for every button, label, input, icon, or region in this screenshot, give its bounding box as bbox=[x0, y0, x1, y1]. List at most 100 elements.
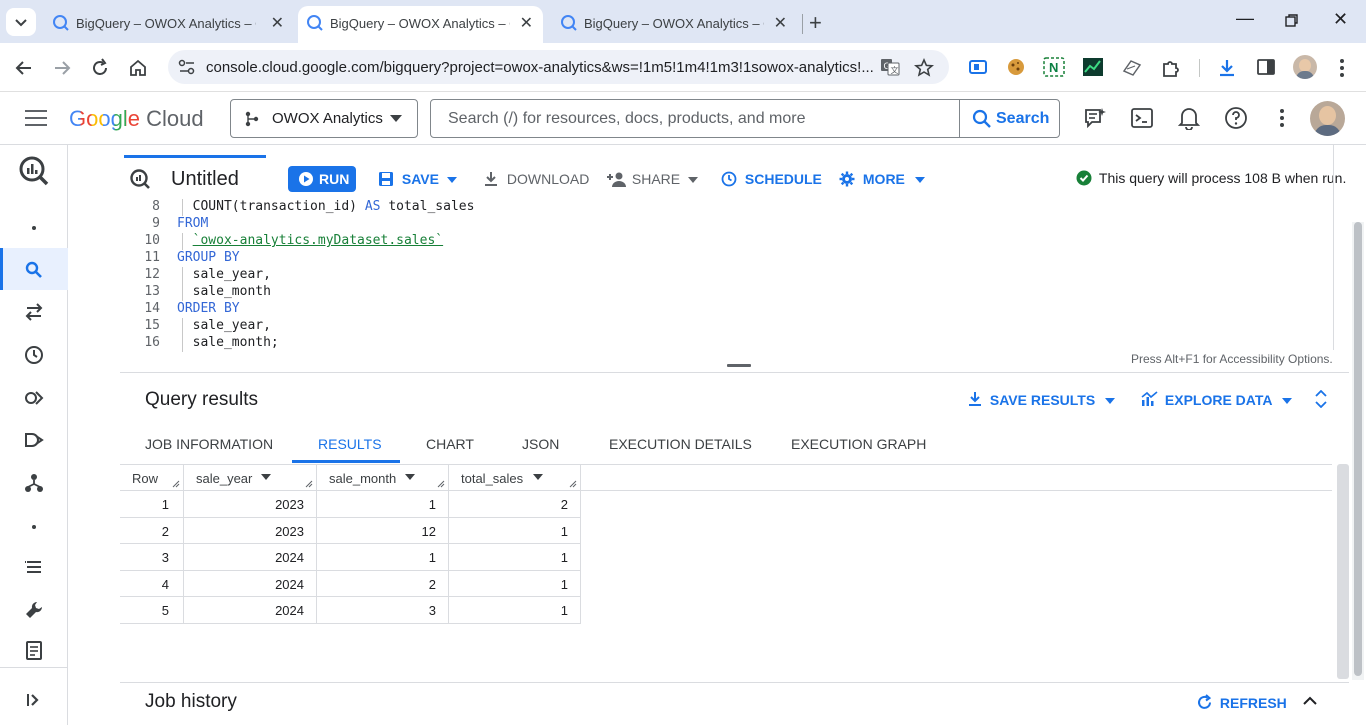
code-line[interactable]: 15 sale_year, bbox=[120, 318, 1336, 335]
save-results-button[interactable]: SAVE RESULTS bbox=[967, 391, 1116, 408]
new-tab-icon[interactable]: + bbox=[809, 10, 822, 36]
forward-arrow-icon[interactable] bbox=[52, 58, 72, 78]
console-search-box[interactable]: Search (/) for resources, docs, products… bbox=[430, 99, 1060, 138]
site-info-icon[interactable] bbox=[178, 59, 196, 75]
extension-4-icon[interactable] bbox=[1121, 57, 1143, 77]
expand-rail-icon[interactable] bbox=[22, 688, 46, 712]
column-header-total-sales[interactable]: total_sales bbox=[449, 465, 581, 491]
extensions-puzzle-icon[interactable] bbox=[1160, 57, 1182, 79]
sort-caret-icon[interactable] bbox=[261, 474, 271, 481]
profile-avatar[interactable] bbox=[1293, 55, 1317, 79]
search-button-label: Search bbox=[996, 110, 1050, 127]
column-header-row[interactable]: Row bbox=[120, 465, 184, 491]
close-tab-icon[interactable]: ✕ bbox=[520, 13, 533, 33]
editor-resize-handle[interactable] bbox=[727, 364, 751, 367]
code-line[interactable]: 13 sale_month bbox=[120, 284, 1336, 301]
pipelines-nodes-icon[interactable] bbox=[22, 471, 46, 495]
column-header-sale-month[interactable]: sale_month bbox=[317, 465, 449, 491]
bigquery-logo-icon[interactable] bbox=[18, 155, 50, 187]
code-line[interactable]: 12 sale_year, bbox=[120, 267, 1336, 284]
scheduled-queries-clock-icon[interactable] bbox=[22, 343, 46, 367]
release-notes-icon[interactable] bbox=[22, 638, 46, 662]
url-omnibox[interactable]: console.cloud.google.com/bigquery?projec… bbox=[168, 50, 949, 84]
google-cloud-logo[interactable]: Google Cloud bbox=[69, 106, 204, 132]
tab-execution-graph[interactable]: EXECUTION GRAPH bbox=[791, 436, 926, 452]
chevron-up-icon[interactable] bbox=[1303, 696, 1317, 706]
results-scrollbar-thumb[interactable] bbox=[1337, 464, 1349, 679]
page-scrollbar-thumb[interactable] bbox=[1354, 222, 1362, 676]
editor-scroll-divider bbox=[1333, 145, 1334, 350]
more-vert-icon[interactable] bbox=[1274, 107, 1290, 129]
downloads-icon[interactable] bbox=[1216, 57, 1238, 79]
tab-execution-details[interactable]: EXECUTION DETAILS bbox=[609, 436, 752, 452]
sql-token: COUNT(transaction_id) bbox=[177, 199, 365, 214]
back-arrow-icon[interactable] bbox=[14, 58, 34, 78]
page-scrollbar-track[interactable] bbox=[1352, 222, 1364, 680]
list-settings-icon[interactable] bbox=[22, 555, 46, 579]
expand-collapse-icon[interactable] bbox=[1314, 390, 1328, 408]
home-icon[interactable] bbox=[128, 58, 148, 78]
query-title[interactable]: Untitled bbox=[171, 168, 239, 191]
help-icon[interactable] bbox=[1224, 106, 1248, 130]
reload-icon[interactable] bbox=[90, 58, 110, 78]
rail-item-explorer[interactable] bbox=[0, 248, 68, 290]
gemini-chat-icon[interactable] bbox=[1083, 106, 1107, 130]
browser-menu-icon[interactable] bbox=[1334, 57, 1350, 79]
close-tab-icon[interactable]: ✕ bbox=[774, 13, 787, 33]
browser-tab-1[interactable]: BigQuery – OWOX Analytics – G ✕ bbox=[44, 6, 294, 43]
close-window-icon[interactable]: ✕ bbox=[1333, 9, 1348, 30]
column-resize-icon[interactable] bbox=[437, 480, 445, 488]
wrench-icon[interactable] bbox=[22, 598, 46, 622]
code-line[interactable]: 8 COUNT(transaction_id) AS total_sales bbox=[120, 199, 1336, 216]
cookie-extension-icon[interactable] bbox=[1006, 57, 1026, 77]
transfers-icon[interactable] bbox=[22, 300, 46, 324]
code-line[interactable]: 10 `owox-analytics.myDataset.sales` bbox=[120, 233, 1336, 250]
restore-window-icon[interactable] bbox=[1284, 13, 1300, 29]
save-button[interactable]: SAVE bbox=[378, 171, 457, 187]
tab-job-information[interactable]: JOB INFORMATION bbox=[145, 436, 273, 452]
side-panel-icon[interactable] bbox=[1256, 58, 1276, 76]
download-button[interactable]: DOWNLOAD bbox=[483, 171, 589, 187]
cloud-shell-terminal-icon[interactable] bbox=[1131, 107, 1153, 129]
translate-icon[interactable]: G文 bbox=[880, 58, 900, 76]
column-resize-icon[interactable] bbox=[569, 480, 577, 488]
column-header-sale-year[interactable]: sale_year bbox=[184, 465, 317, 491]
tab-search-button[interactable] bbox=[6, 8, 36, 36]
hamburger-menu-icon[interactable] bbox=[24, 108, 48, 128]
dataform-icon[interactable] bbox=[22, 428, 46, 452]
more-button[interactable]: MORE bbox=[839, 171, 925, 187]
browser-tab-3[interactable]: BigQuery – OWOX Analytics – G ✕ bbox=[552, 6, 797, 43]
code-line[interactable]: 16 sale_month; bbox=[120, 335, 1336, 352]
browser-tab-2[interactable]: BigQuery – OWOX Analytics – G ✕ bbox=[298, 6, 543, 43]
extension-1-icon[interactable] bbox=[968, 58, 988, 76]
explore-data-button[interactable]: EXPLORE DATA bbox=[1140, 391, 1292, 408]
save-icon bbox=[379, 172, 393, 186]
minimize-icon[interactable]: — bbox=[1236, 8, 1254, 29]
notifications-bell-icon[interactable] bbox=[1178, 106, 1200, 130]
analytics-extension-icon[interactable] bbox=[1082, 57, 1104, 77]
schedule-button[interactable]: SCHEDULE bbox=[721, 171, 822, 187]
bookmark-star-icon[interactable] bbox=[914, 58, 934, 78]
account-avatar[interactable] bbox=[1310, 101, 1345, 136]
search-button[interactable]: Search bbox=[959, 100, 1059, 137]
sql-code-area[interactable]: 8 COUNT(transaction_id) AS total_sales 9 F… bbox=[120, 199, 1336, 352]
line-number: 9 bbox=[152, 216, 160, 231]
column-resize-icon[interactable] bbox=[172, 480, 180, 488]
column-resize-icon[interactable] bbox=[305, 480, 313, 488]
analytics-hub-icon[interactable] bbox=[22, 386, 46, 410]
code-line[interactable]: 11 GROUP BY bbox=[120, 250, 1336, 267]
n-extension-icon[interactable]: N bbox=[1043, 57, 1065, 77]
share-button[interactable]: SHARE bbox=[606, 171, 699, 187]
run-button[interactable]: RUN bbox=[288, 166, 356, 192]
close-tab-icon[interactable]: ✕ bbox=[271, 13, 284, 33]
tab-results[interactable]: RESULTS bbox=[318, 436, 382, 452]
sort-caret-icon[interactable] bbox=[405, 474, 415, 481]
refresh-button[interactable]: REFRESH bbox=[1196, 694, 1287, 711]
project-picker[interactable]: OWOX Analytics bbox=[230, 99, 418, 138]
play-icon bbox=[299, 172, 313, 186]
code-line[interactable]: 14 ORDER BY bbox=[120, 301, 1336, 318]
sort-caret-icon[interactable] bbox=[533, 474, 543, 481]
tab-json[interactable]: JSON bbox=[522, 436, 559, 452]
code-line[interactable]: 9 FROM bbox=[120, 216, 1336, 233]
tab-chart[interactable]: CHART bbox=[426, 436, 474, 452]
